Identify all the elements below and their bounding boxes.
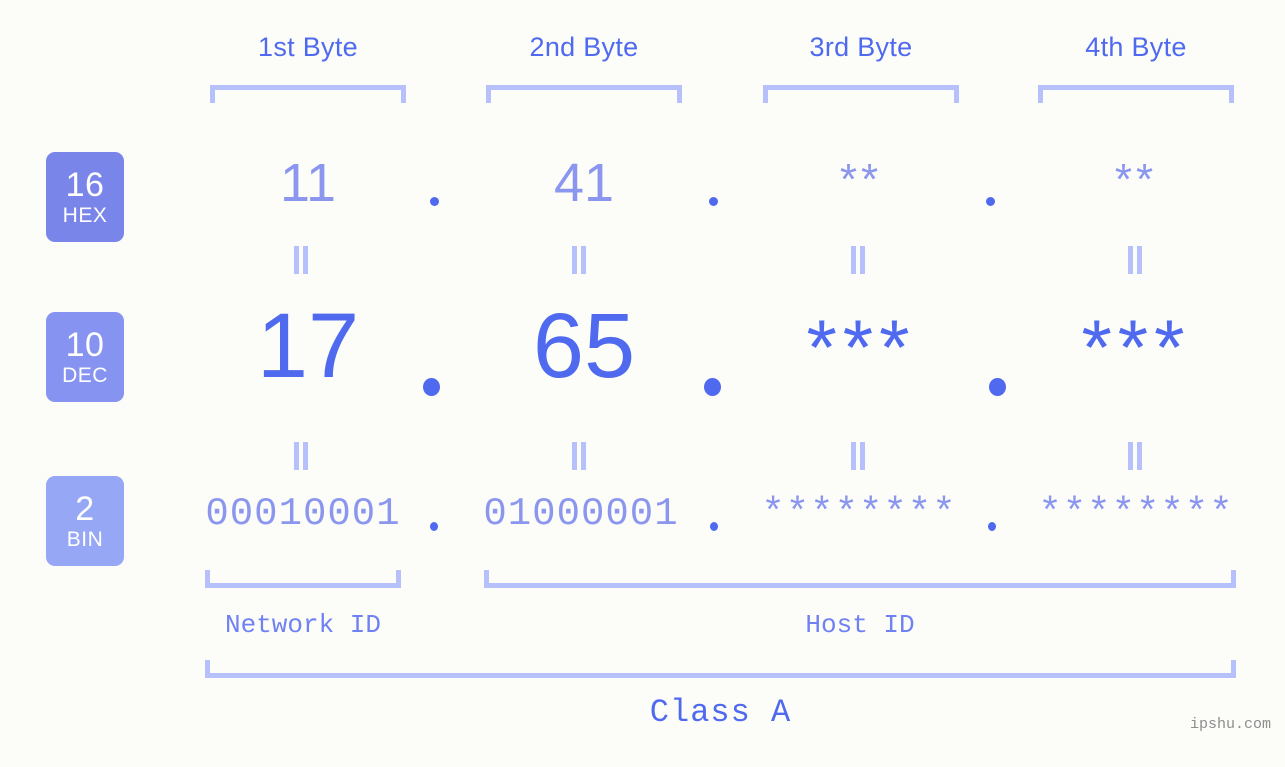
network-id-bracket	[205, 570, 401, 588]
hex-byte-1-value: 11	[279, 153, 337, 213]
equals-mark-dec-bin-1	[294, 442, 308, 470]
ip-address-breakdown-diagram: 1st Byte 2nd Byte 3rd Byte 4th Byte 16 H…	[0, 0, 1285, 767]
radix-badge-hex: 16 HEX	[46, 152, 124, 242]
byte-bracket-1	[210, 85, 406, 103]
radix-badge-bin-name: BIN	[66, 528, 104, 551]
dec-dot-separator-2	[704, 378, 721, 396]
equals-mark-hex-dec-1	[294, 246, 308, 274]
bin-byte-4-value: ********	[1038, 492, 1234, 536]
bin-dot-separator-1	[430, 522, 438, 531]
hex-dot-separator-1	[430, 197, 439, 206]
radix-badge-hex-number: 16	[65, 166, 105, 204]
hex-dot-separator-3	[986, 197, 995, 206]
equals-mark-hex-dec-3	[851, 246, 865, 274]
network-id-label: Network ID	[224, 610, 382, 640]
hex-dot-separator-2	[709, 197, 718, 206]
byte-header-label-3: 3rd Byte	[809, 32, 913, 62]
host-id-label: Host ID	[805, 610, 915, 640]
dec-byte-2-value: 65	[532, 295, 636, 397]
bin-byte-3-value: ********	[761, 492, 957, 536]
equals-mark-dec-bin-3	[851, 442, 865, 470]
radix-badge-dec-name: DEC	[62, 364, 108, 387]
dec-byte-4-value: ***	[1081, 303, 1191, 391]
byte-bracket-4	[1038, 85, 1234, 103]
byte-bracket-3	[763, 85, 959, 103]
radix-badge-hex-name: HEX	[62, 204, 108, 227]
equals-mark-dec-bin-4	[1128, 442, 1142, 470]
byte-bracket-2	[486, 85, 682, 103]
bin-byte-1-value: 00010001	[205, 492, 401, 536]
hex-byte-4-value: **	[1114, 155, 1158, 204]
equals-mark-hex-dec-4	[1128, 246, 1142, 274]
radix-badge-bin: 2 BIN	[46, 476, 124, 566]
watermark: ipshu.com	[1189, 716, 1271, 733]
byte-header-label-4: 4th Byte	[1085, 32, 1187, 62]
bin-byte-2-value: 01000001	[483, 492, 679, 536]
radix-badge-dec: 10 DEC	[46, 312, 124, 402]
radix-badge-bin-number: 2	[75, 490, 95, 528]
class-label: Class A	[649, 694, 792, 731]
byte-header-label-1: 1st Byte	[258, 32, 358, 62]
host-id-bracket	[484, 570, 1236, 588]
bin-dot-separator-2	[710, 522, 718, 531]
hex-byte-2-value: 41	[553, 153, 615, 213]
class-bracket	[205, 660, 1236, 678]
hex-byte-3-value: **	[839, 155, 883, 204]
radix-badge-dec-number: 10	[65, 326, 105, 364]
dec-byte-1-value: 17	[256, 295, 360, 397]
dec-byte-3-value: ***	[806, 303, 916, 391]
equals-mark-dec-bin-2	[572, 442, 586, 470]
dec-dot-separator-3	[989, 378, 1006, 396]
bin-dot-separator-3	[988, 522, 996, 531]
equals-mark-hex-dec-2	[572, 246, 586, 274]
dec-dot-separator-1	[423, 378, 440, 396]
byte-header-label-2: 2nd Byte	[529, 32, 639, 62]
